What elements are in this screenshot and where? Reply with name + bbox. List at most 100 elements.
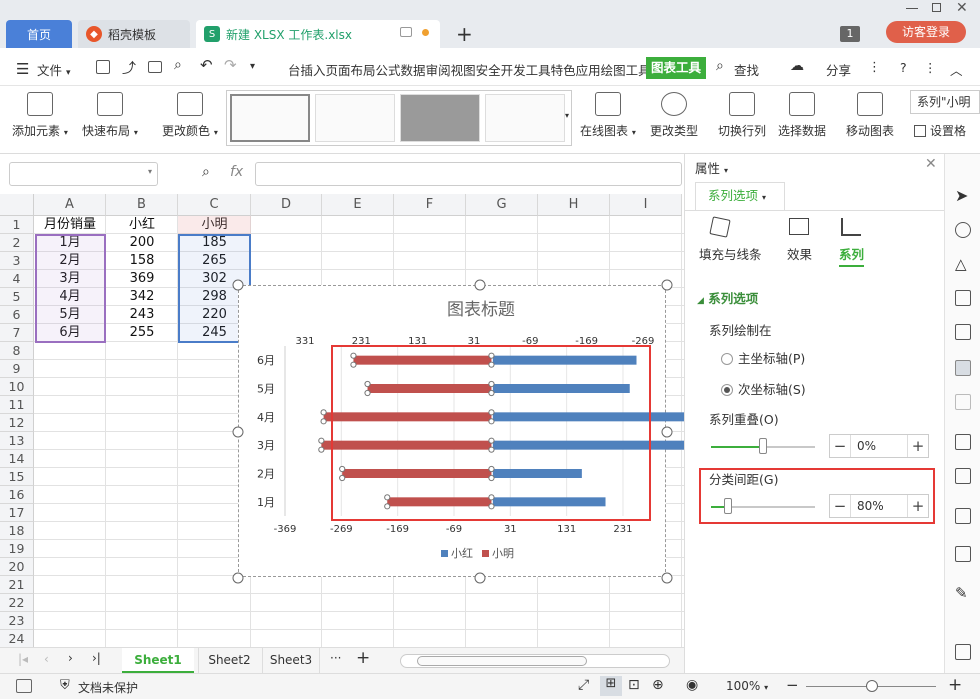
menu-review[interactable]: 审阅 [426, 60, 451, 79]
close-window-icon[interactable]: ✕ [956, 0, 968, 16]
tab-home[interactable]: 首页 [6, 20, 72, 48]
menu-developer[interactable]: 开发工具 [501, 60, 551, 79]
menu-formula[interactable]: 公式 [376, 60, 401, 79]
column-header-f[interactable]: F [394, 194, 466, 216]
add-sheet-icon[interactable]: + [356, 648, 370, 668]
row-header-22[interactable]: 22 [0, 594, 34, 612]
zoom-in-icon[interactable]: + [948, 675, 962, 695]
name-box[interactable]: ▾ [9, 162, 158, 186]
switch-row-col-button[interactable]: 切换行列 [718, 92, 766, 139]
menu-security[interactable]: 安全 [476, 60, 501, 79]
chart-style-4[interactable] [485, 94, 565, 142]
row-header-21[interactable]: 21 [0, 576, 34, 594]
new-tab-plus-icon[interactable]: + [456, 22, 473, 46]
primary-axis-radio-circle[interactable] [721, 353, 733, 365]
row-header-8[interactable]: 8 [0, 342, 34, 360]
subtab-effect[interactable]: 效果 [787, 244, 812, 263]
series-select-dropdown[interactable]: 系列"小明 [910, 90, 980, 114]
normal-view-icon[interactable]: ⊞ [600, 676, 622, 696]
select-cursor-icon[interactable]: ➤ [955, 188, 971, 204]
menu-drawing-tools[interactable]: 绘图工具 [601, 60, 651, 79]
print-preview-icon[interactable]: ⌕ [174, 57, 182, 73]
fill-line-icon[interactable] [709, 216, 731, 238]
menu-data[interactable]: 数据 [401, 60, 426, 79]
primary-axis-radio[interactable]: 主坐标轴(P) [721, 348, 805, 367]
minimize-icon[interactable] [906, 8, 918, 9]
column-header-c[interactable]: C [178, 194, 251, 216]
overlap-spinner[interactable]: −0% + [829, 434, 929, 458]
share-out-icon[interactable] [955, 468, 971, 484]
sheet-last-icon[interactable]: ›| [92, 651, 101, 665]
overlap-input[interactable]: 0% [850, 435, 908, 457]
secondary-axis-radio[interactable]: 次坐标轴(S) [721, 379, 806, 398]
row-header-4[interactable]: 4 [0, 270, 34, 288]
online-chart-button[interactable]: 在线图表 ▾ [580, 92, 636, 139]
menu-view[interactable]: 视图 [451, 60, 476, 79]
row-header-18[interactable]: 18 [0, 522, 34, 540]
shape-icon[interactable] [955, 222, 971, 238]
page-break-icon[interactable]: ⊕ [652, 677, 664, 693]
fit-view-icon[interactable]: ⤢ [578, 677, 589, 693]
horizontal-scrollbar[interactable] [400, 654, 670, 668]
undo-icon[interactable]: ↶ [200, 56, 213, 74]
style-icon[interactable]: △ [955, 256, 971, 272]
sheet-tab-sheet2[interactable]: Sheet2 [198, 648, 260, 673]
sheet-tab-sheet1[interactable]: Sheet1 [122, 648, 194, 673]
search-label[interactable]: 查找 [734, 60, 759, 79]
row-header-16[interactable]: 16 [0, 486, 34, 504]
quick-access-dropdown-icon[interactable]: ▾ [250, 61, 255, 72]
secondary-axis-radio-circle[interactable] [721, 384, 733, 396]
document-protection-status[interactable]: 文档未保护 [78, 679, 138, 696]
row-header-5[interactable]: 5 [0, 288, 34, 306]
menu-page-layout[interactable]: 页面布局 [326, 60, 376, 79]
visitor-login-button[interactable]: 访客登录 [886, 21, 966, 43]
help-icon[interactable]: ? [900, 60, 907, 75]
chart-style-gallery[interactable]: ▾ [226, 90, 572, 146]
collapse-ribbon-icon[interactable]: ︿ [950, 60, 963, 79]
column-header-h[interactable]: H [538, 194, 610, 216]
cloud-sync-icon[interactable]: ☁ [790, 58, 804, 74]
page-count-badge[interactable]: 1 [840, 26, 860, 42]
hamburger-menu-icon[interactable]: ☰ [16, 60, 29, 78]
cell-b2[interactable]: 200 [106, 234, 178, 252]
table-icon[interactable] [955, 290, 971, 306]
cell-a1[interactable]: 月份销量 [34, 216, 106, 234]
chart-style-3[interactable] [400, 94, 480, 142]
add-element-button[interactable]: 添加元素 ▾ [12, 92, 68, 139]
bottom-panel-icon[interactable] [955, 644, 971, 660]
row-header-2[interactable]: 2 [0, 234, 34, 252]
row-header-13[interactable]: 13 [0, 432, 34, 450]
search-icon[interactable]: ⌕ [716, 58, 724, 74]
row-header-10[interactable]: 10 [0, 378, 34, 396]
formula-input[interactable] [255, 162, 682, 186]
menu-more-icon[interactable]: ⋮ [924, 60, 937, 75]
column-header-b[interactable]: B [106, 194, 178, 216]
cell-b3[interactable]: 158 [106, 252, 178, 270]
subtab-fill-line[interactable]: 填充与线条 [699, 244, 762, 263]
zoom-formula-icon[interactable]: ⌕ [202, 164, 210, 180]
save-icon[interactable] [96, 60, 110, 74]
status-left-icon[interactable] [16, 679, 32, 693]
row-header-24[interactable]: 24 [0, 630, 34, 648]
sheet-first-icon[interactable]: |◂ [18, 652, 28, 666]
cell-b6[interactable]: 243 [106, 306, 178, 324]
row-header-19[interactable]: 19 [0, 540, 34, 558]
horizontal-scroll-thumb[interactable] [417, 656, 587, 666]
zoom-level[interactable]: 100% ▾ [726, 679, 768, 693]
column-header-i[interactable]: I [610, 194, 682, 216]
row-header-9[interactable]: 9 [0, 360, 34, 378]
chart-style-2[interactable] [315, 94, 395, 142]
column-header-a[interactable]: A [34, 194, 106, 216]
property-settings-icon[interactable] [955, 360, 971, 376]
more-sheets[interactable]: ··· [330, 651, 341, 665]
fx-icon[interactable]: fx [230, 164, 243, 180]
panel-title[interactable]: 属性 ▾ [695, 158, 728, 177]
row-header-23[interactable]: 23 [0, 612, 34, 630]
refresh-icon[interactable] [955, 394, 971, 410]
tab-xlsx-file[interactable]: S 新建 XLSX 工作表.xlsx [196, 20, 440, 48]
overlap-increase-button[interactable]: + [908, 435, 928, 457]
print-icon[interactable] [148, 61, 162, 73]
tab-daoke[interactable]: ◆ 稻壳模板 [78, 20, 190, 48]
cell-b1[interactable]: 小红 [106, 216, 178, 234]
row-header-17[interactable]: 17 [0, 504, 34, 522]
